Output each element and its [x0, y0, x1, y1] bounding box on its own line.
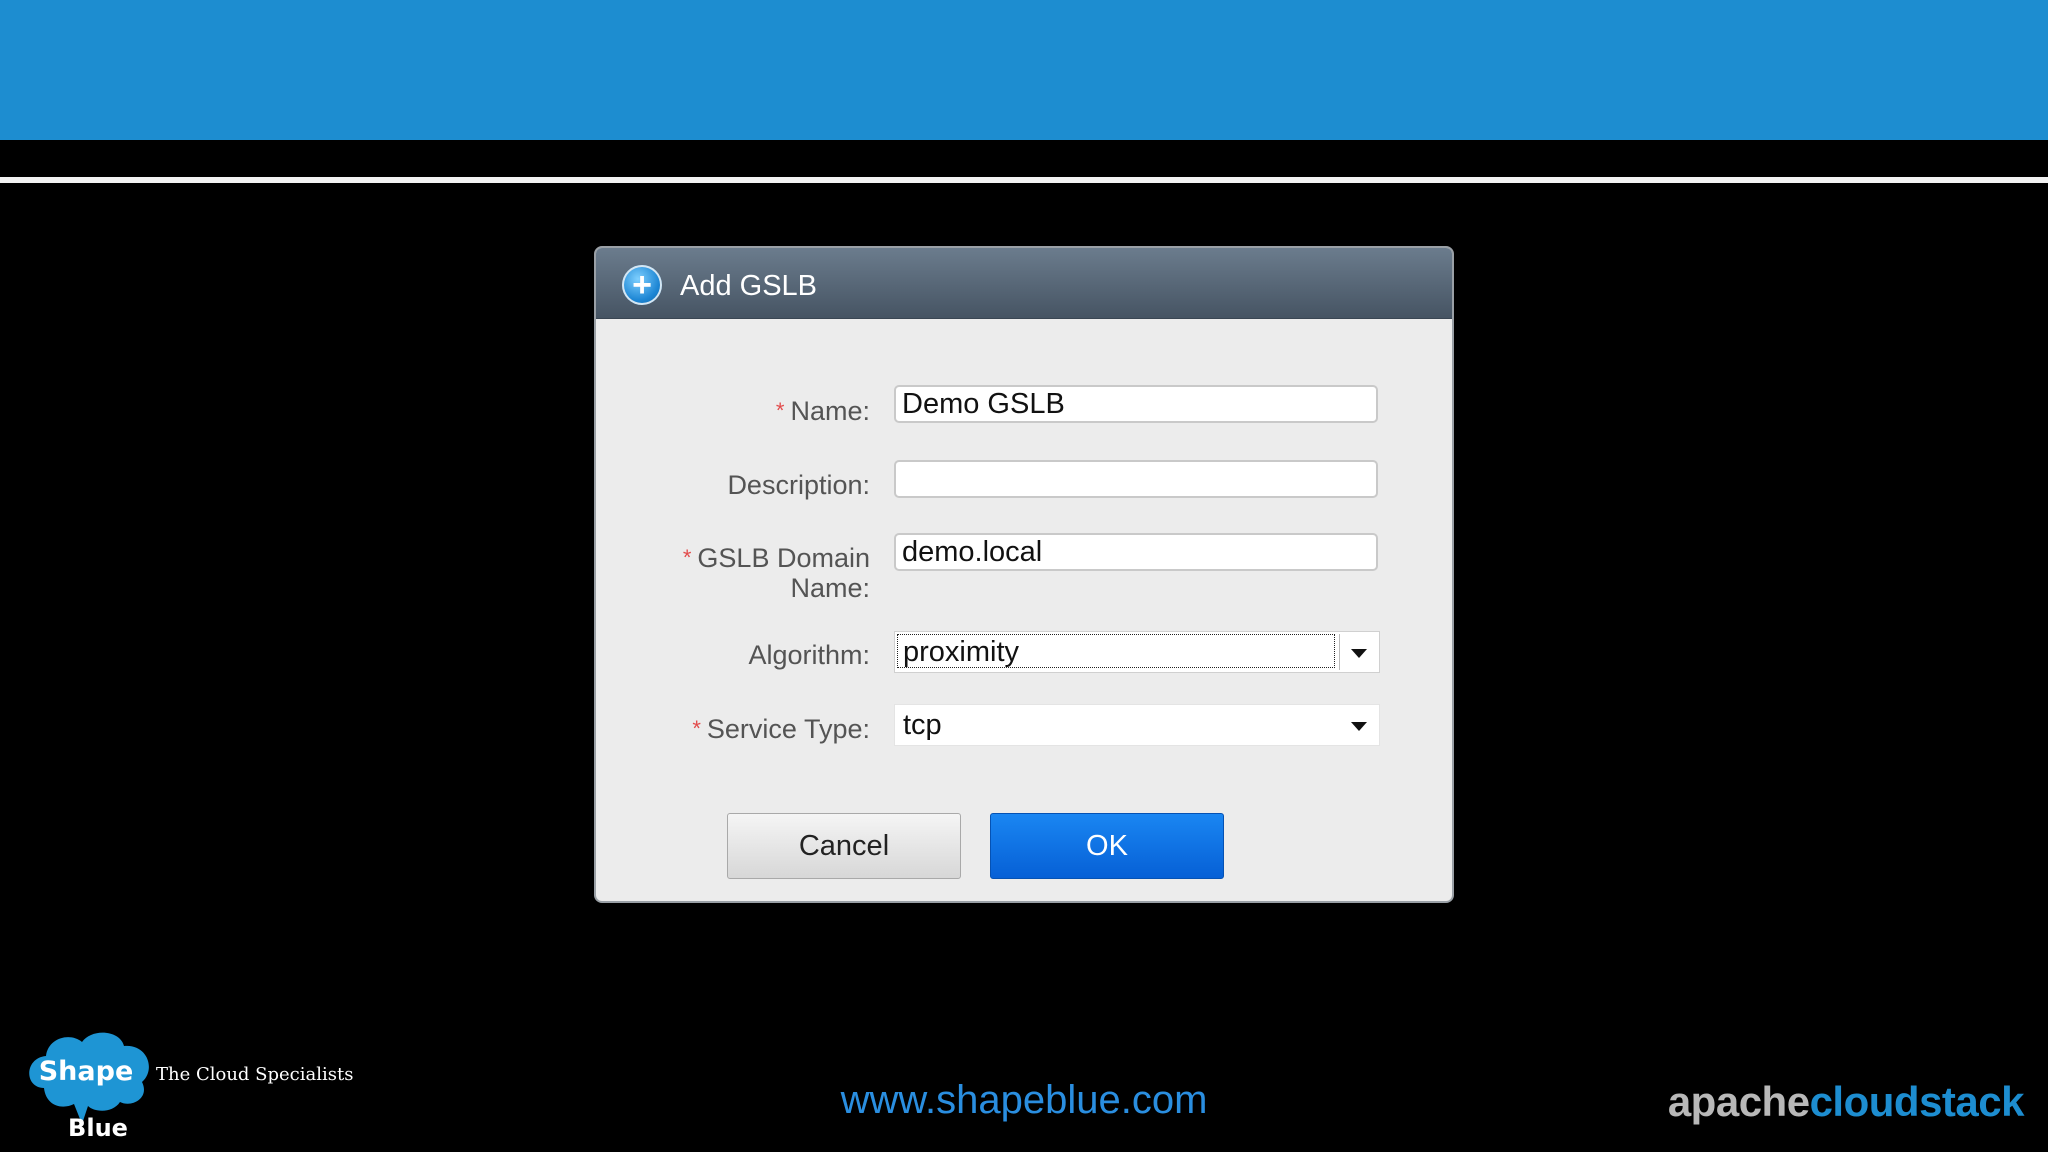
- service-type-value: tcp: [903, 709, 942, 741]
- algorithm-value: proximity: [903, 636, 1020, 668]
- domain-name-input[interactable]: demo.local: [894, 533, 1378, 571]
- domain-label: * GSLB Domain Name:: [682, 543, 870, 603]
- add-gslb-dialog: + Add GSLB * Name: Demo GSLB Description:…: [596, 248, 1452, 901]
- divider-rule: [0, 177, 2048, 183]
- ok-button[interactable]: OK: [990, 813, 1224, 879]
- chevron-down-icon[interactable]: [1351, 722, 1367, 731]
- required-marker: *: [692, 716, 701, 741]
- service-type-label: * Service Type:: [692, 714, 870, 744]
- dialog-header: + Add GSLB: [596, 248, 1452, 319]
- service-type-select[interactable]: tcp: [894, 704, 1380, 746]
- required-marker: *: [682, 545, 692, 570]
- plus-circle-icon: +: [622, 265, 662, 305]
- algorithm-select[interactable]: proximity: [894, 631, 1380, 673]
- apache-cloudstack-logo: apachecloudstack: [1667, 1078, 2025, 1125]
- chevron-down-icon[interactable]: [1351, 649, 1367, 658]
- name-label: * Name:: [775, 396, 870, 426]
- select-divider: [1339, 634, 1340, 670]
- description-label: Description:: [727, 470, 870, 500]
- description-input[interactable]: [894, 460, 1378, 498]
- top-banner: [0, 0, 2048, 140]
- cancel-button[interactable]: Cancel: [727, 813, 961, 879]
- algorithm-label: Algorithm:: [748, 640, 870, 670]
- name-input[interactable]: Demo GSLB: [894, 385, 1378, 423]
- dialog-title: Add GSLB: [680, 270, 818, 302]
- required-marker: *: [775, 398, 785, 423]
